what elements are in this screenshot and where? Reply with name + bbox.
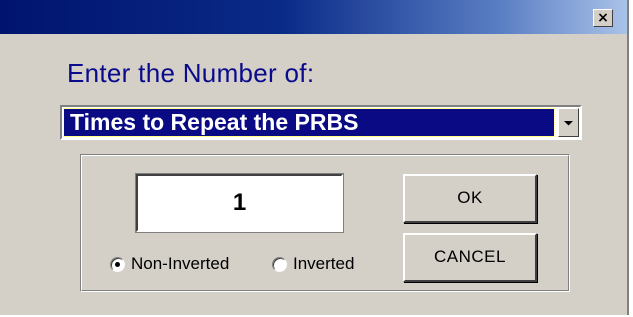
ok-button[interactable]: OK — [403, 174, 537, 223]
dialog-window: × Enter the Number of: Times to Repeat t… — [0, 0, 629, 315]
dropdown-arrow-button[interactable] — [558, 108, 579, 137]
non-inverted-option[interactable]: Non-Inverted — [110, 254, 229, 274]
inverted-label: Inverted — [293, 254, 355, 273]
inverted-radio[interactable] — [272, 256, 287, 272]
quantity-dropdown[interactable]: Times to Repeat the PRBS — [60, 105, 582, 140]
close-button[interactable]: × — [593, 9, 613, 27]
prompt-label: Enter the Number of: — [67, 58, 315, 88]
close-icon: × — [597, 10, 609, 26]
non-inverted-label: Non-Inverted — [131, 254, 230, 273]
chevron-down-icon — [564, 120, 573, 125]
dropdown-selected-value[interactable]: Times to Repeat the PRBS — [63, 108, 555, 137]
title-bar[interactable]: × — [0, 0, 627, 34]
inverted-option[interactable]: Inverted — [272, 254, 354, 274]
cancel-button[interactable]: CANCEL — [403, 233, 537, 282]
number-input[interactable] — [135, 173, 344, 233]
non-inverted-radio[interactable] — [110, 256, 125, 272]
